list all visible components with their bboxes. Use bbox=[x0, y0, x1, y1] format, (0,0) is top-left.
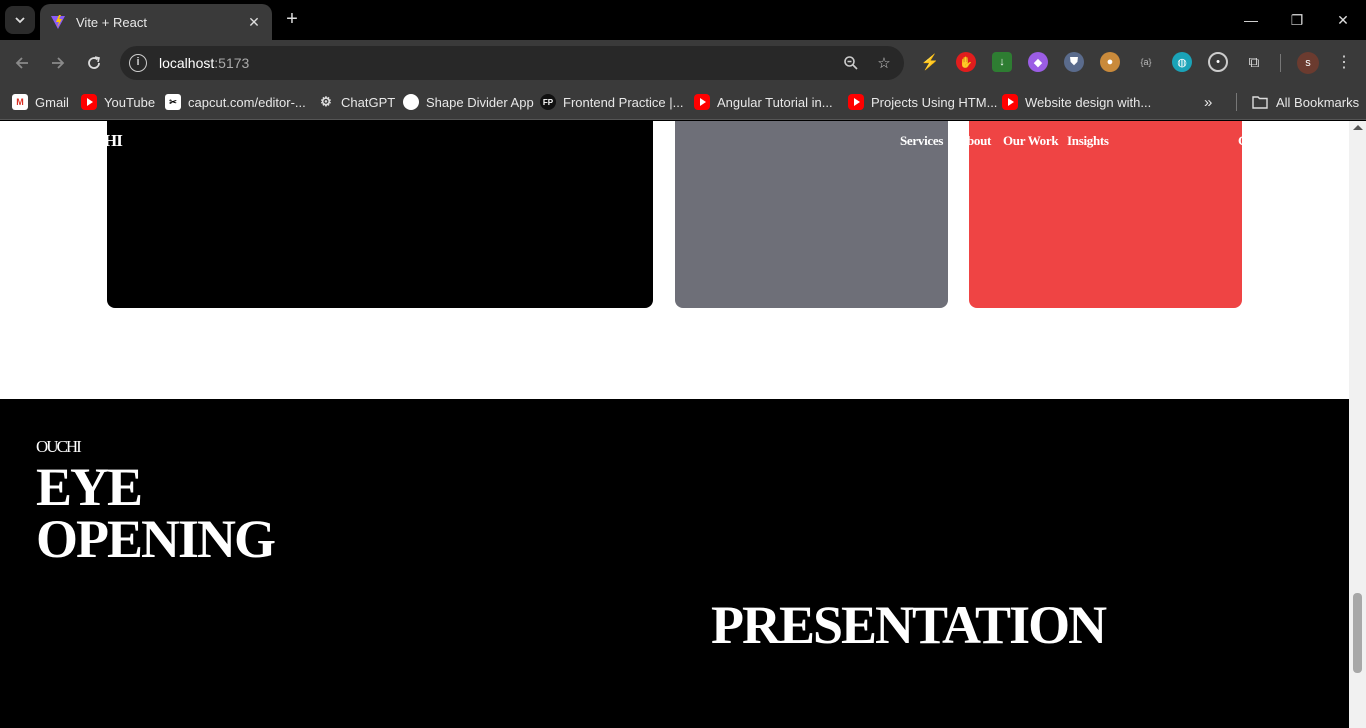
arrow-right-icon bbox=[52, 57, 65, 69]
capcut-icon: ✂ bbox=[165, 94, 181, 110]
chatgpt-icon: ⚙ bbox=[320, 94, 332, 109]
bookmark-frontend-practice[interactable]: FP Frontend Practice |... bbox=[540, 92, 683, 112]
scroll-up-arrow-icon[interactable] bbox=[1353, 125, 1363, 130]
globe-extension-icon[interactable]: ◍ bbox=[1172, 52, 1192, 72]
nav-link-about[interactable]: bout bbox=[967, 133, 991, 149]
hero-headline: EYE OPENING bbox=[36, 457, 276, 569]
site-navbar: HI Services bout Our Work Insights C bbox=[0, 131, 1349, 155]
url-text[interactable]: localhost:5173 bbox=[159, 55, 838, 71]
download-extension-icon[interactable]: ↓ bbox=[992, 52, 1012, 72]
shape-divider-icon bbox=[403, 94, 419, 110]
presentation-heading: PRESENTATION bbox=[711, 595, 1107, 655]
fp-icon: FP bbox=[540, 94, 556, 110]
reload-icon bbox=[88, 56, 100, 69]
back-button[interactable] bbox=[9, 50, 35, 76]
active-tab[interactable]: Vite + React ✕ bbox=[40, 4, 272, 40]
vite-favicon-icon bbox=[51, 15, 65, 29]
color-picker-extension-icon[interactable]: ◆ bbox=[1028, 52, 1048, 72]
minimize-button[interactable]: — bbox=[1237, 8, 1265, 32]
arrow-left-icon bbox=[15, 57, 28, 69]
new-tab-button[interactable]: + bbox=[281, 8, 303, 32]
bookmarks-bar: M Gmail YouTube ✂ capcut.com/editor-... … bbox=[0, 85, 1366, 120]
restore-button[interactable]: ❐ bbox=[1283, 8, 1311, 32]
youtube-icon bbox=[694, 94, 710, 110]
nav-contact-button[interactable]: C bbox=[1238, 133, 1247, 149]
nav-link-our-work[interactable]: Our Work bbox=[1003, 133, 1059, 149]
reload-button[interactable] bbox=[81, 50, 107, 76]
shield-extension-icon[interactable]: ⛊ bbox=[1064, 52, 1084, 72]
bookmark-capcut[interactable]: ✂ capcut.com/editor-... bbox=[165, 92, 306, 112]
extensions-puzzle-icon[interactable]: ⧉ bbox=[1244, 52, 1264, 72]
adblock-extension-icon[interactable]: ✋ bbox=[956, 52, 976, 72]
bookmarks-divider bbox=[1236, 93, 1237, 111]
youtube-icon bbox=[848, 94, 864, 110]
site-info-icon[interactable]: i bbox=[129, 54, 147, 72]
youtube-icon bbox=[1002, 94, 1018, 110]
record-extension-icon[interactable]: • bbox=[1208, 52, 1228, 72]
tab-strip: Vite + React ✕ + — ❐ ✕ bbox=[0, 0, 1366, 40]
scrollbar-thumb[interactable] bbox=[1353, 593, 1362, 673]
bookmark-gmail[interactable]: M Gmail bbox=[12, 92, 69, 112]
page-scrollbar[interactable] bbox=[1349, 121, 1366, 728]
tab-close-icon[interactable]: ✕ bbox=[246, 14, 262, 31]
headline-line-2: OPENING bbox=[36, 509, 276, 569]
address-bar[interactable]: i localhost:5173 ☆ bbox=[120, 46, 904, 80]
bookmark-chatgpt[interactable]: ⚙ ChatGPT bbox=[318, 92, 395, 112]
site-logo[interactable]: HI bbox=[104, 131, 123, 151]
close-window-button[interactable]: ✕ bbox=[1329, 8, 1357, 32]
browser-toolbar: i localhost:5173 ☆ ⚡ ✋ ↓ ◆ ⛊ ● {a} ◍ • ⧉… bbox=[0, 40, 1366, 85]
gmail-icon: M bbox=[12, 94, 28, 110]
forward-button[interactable] bbox=[45, 50, 71, 76]
json-extension-icon[interactable]: {a} bbox=[1136, 52, 1156, 72]
page-viewport: HI Services bout Our Work Insights C OUC… bbox=[0, 121, 1349, 728]
bookmark-shape-divider[interactable]: Shape Divider App bbox=[403, 92, 534, 112]
chevron-down-icon bbox=[15, 17, 25, 24]
nav-link-services[interactable]: Services bbox=[900, 133, 943, 149]
nav-link-insights[interactable]: Insights bbox=[1067, 133, 1109, 149]
bookmark-angular-tutorial[interactable]: Angular Tutorial in... bbox=[694, 92, 833, 112]
bookmark-website-design[interactable]: Website design with... bbox=[1002, 92, 1151, 112]
lightning-extension-icon[interactable]: ⚡ bbox=[920, 52, 940, 72]
bookmark-projects-html[interactable]: Projects Using HTM... bbox=[848, 92, 997, 112]
toolbar-divider bbox=[1280, 54, 1281, 72]
menu-kebab-icon[interactable]: ⋮ bbox=[1334, 52, 1354, 72]
zoom-icon[interactable] bbox=[838, 50, 864, 76]
tab-title: Vite + React bbox=[76, 14, 147, 30]
headline-line-1: EYE bbox=[36, 457, 143, 517]
cookie-extension-icon[interactable]: ● bbox=[1100, 52, 1120, 72]
bookmark-youtube[interactable]: YouTube bbox=[81, 92, 155, 112]
youtube-icon bbox=[81, 94, 97, 110]
bookmarks-overflow-icon[interactable]: » bbox=[1204, 92, 1212, 112]
tab-search-button[interactable] bbox=[5, 6, 35, 34]
all-bookmarks-button[interactable]: All Bookmarks bbox=[1252, 92, 1359, 112]
bookmark-star-icon[interactable]: ☆ bbox=[871, 50, 897, 76]
hero-section: OUCHI EYE OPENING PRESENTATION bbox=[0, 399, 1349, 728]
profile-avatar[interactable]: s bbox=[1297, 52, 1319, 74]
brand-label: OUCHI bbox=[36, 437, 82, 456]
folder-icon bbox=[1252, 96, 1268, 109]
